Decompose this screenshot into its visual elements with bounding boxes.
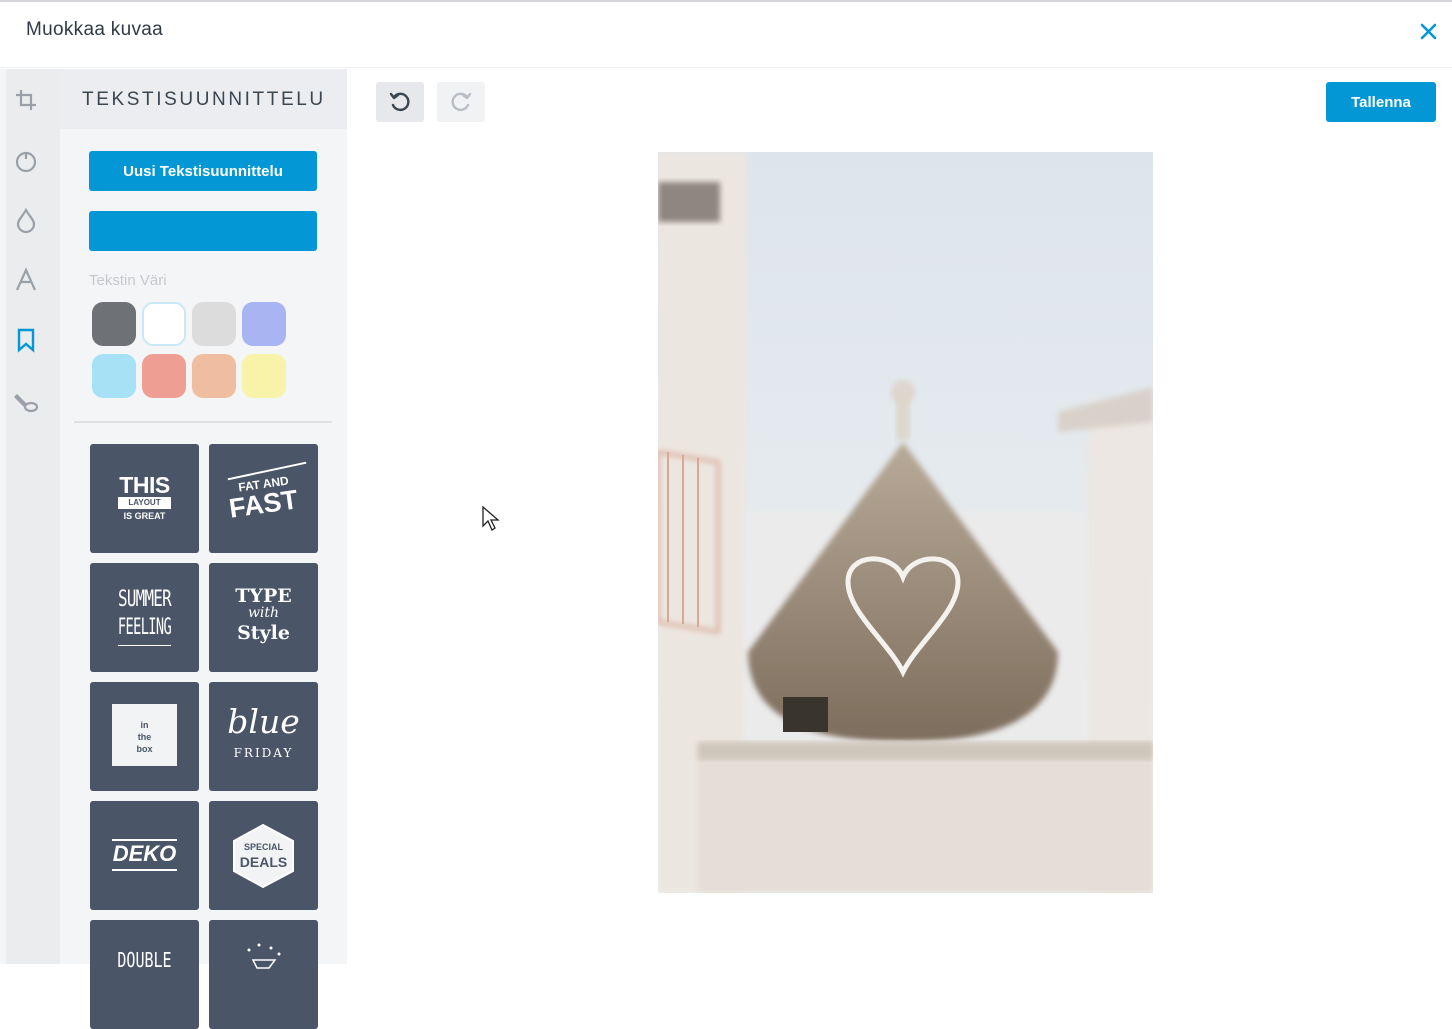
redo-button[interactable]	[437, 82, 485, 122]
undo-icon	[389, 92, 410, 112]
trullo-image	[658, 152, 1153, 893]
close-icon[interactable]	[1418, 18, 1440, 44]
color-swatch[interactable]	[142, 354, 186, 398]
template-fat-and-fast[interactable]: FAT AND FAST	[209, 444, 318, 553]
template-deko[interactable]: DEKO	[90, 801, 199, 910]
color-swatch[interactable]	[242, 354, 286, 398]
template-this-layout-is-great[interactable]: THIS LAYOUT IS GREAT	[90, 444, 199, 553]
template-double[interactable]: DOUBLE	[90, 920, 199, 1029]
bookmark-icon[interactable]	[12, 326, 40, 354]
tool-rail	[0, 69, 60, 964]
dialog-title: Muokkaa kuvaa	[26, 19, 163, 40]
brush-icon[interactable]	[12, 386, 40, 414]
new-text-design-button[interactable]: Uusi Tekstisuunnittelu	[89, 151, 317, 191]
adjust-icon[interactable]	[12, 146, 40, 174]
template-blue-friday[interactable]: blue FRIDAY	[209, 682, 318, 791]
text-design-panel: TEKSTISUUNNITTELU Uusi Tekstisuunnittelu…	[60, 69, 347, 1029]
text-color-label: Tekstin Väri	[89, 272, 167, 289]
template-celebration[interactable]	[209, 920, 318, 1029]
color-swatch[interactable]	[192, 354, 236, 398]
edited-photo[interactable]	[658, 152, 1153, 893]
template-type-with-style[interactable]: TYPE with Style	[209, 563, 318, 672]
text-icon[interactable]	[12, 266, 40, 294]
mouse-cursor-icon	[482, 506, 500, 531]
secondary-action-button[interactable]	[89, 211, 317, 251]
dialog-header: Muokkaa kuvaa	[0, 0, 1452, 68]
save-button[interactable]: Tallenna	[1326, 82, 1436, 122]
color-swatch[interactable]	[192, 302, 236, 346]
confetti-icon	[247, 943, 281, 969]
template-summer-feeling[interactable]: SUMMER FEELING	[90, 563, 199, 672]
crop-icon[interactable]	[12, 86, 40, 114]
color-swatch[interactable]	[242, 302, 286, 346]
color-swatch[interactable]	[92, 302, 136, 346]
divider	[74, 421, 332, 423]
drop-icon[interactable]	[12, 206, 40, 234]
template-in-the-box[interactable]: in the box	[90, 682, 199, 791]
undo-button[interactable]	[376, 82, 424, 122]
panel-header: TEKSTISUUNNITTELU	[60, 69, 347, 129]
color-swatch[interactable]	[142, 302, 186, 346]
redo-icon	[451, 92, 472, 112]
template-special-deals[interactable]: SPECIAL DEALS	[209, 801, 318, 910]
panel-title: TEKSTISUUNNITTELU	[82, 89, 326, 110]
color-swatch[interactable]	[92, 354, 136, 398]
